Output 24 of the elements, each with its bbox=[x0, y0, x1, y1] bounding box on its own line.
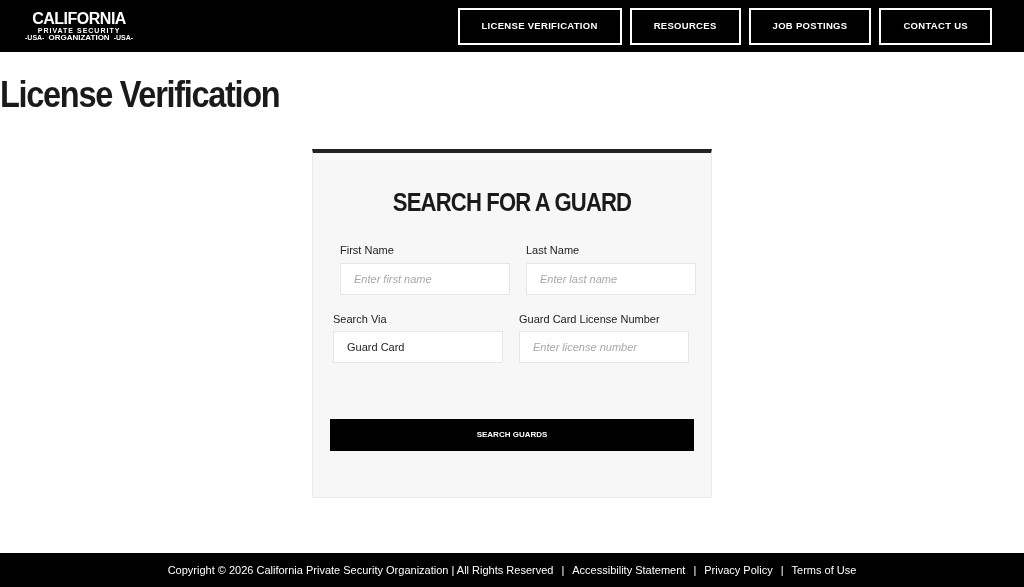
field-label: Last Name bbox=[526, 243, 581, 258]
separator: | bbox=[780, 562, 784, 578]
nav-button[interactable]: CONTACT US bbox=[879, 7, 992, 45]
select-field[interactable]: Guard Card bbox=[333, 331, 503, 363]
form-title: SEARCH FOR A GUARD bbox=[391, 186, 633, 219]
input-field[interactable]: Enter last name bbox=[526, 262, 696, 295]
footer-link[interactable]: Terms of Use bbox=[791, 561, 857, 579]
footer-link[interactable]: Accessibility Statement bbox=[572, 561, 686, 579]
logo-subtitle: ORGANIZATION bbox=[48, 33, 110, 42]
footer-link[interactable]: Privacy Policy bbox=[704, 561, 773, 579]
copyright-text: Copyright © 2026 California Private Security Organization | All Rights Reserved bbox=[167, 562, 554, 578]
separator: | bbox=[693, 562, 697, 578]
field-label: Search Via bbox=[333, 311, 388, 327]
input-field[interactable]: Enter first name bbox=[340, 262, 510, 295]
logo-text: CALIFORNIA bbox=[31, 10, 127, 27]
nav-button[interactable]: LICENSE VERIFICATION bbox=[457, 7, 622, 45]
field-label: Guard Card License Number bbox=[519, 311, 661, 327]
separator: | bbox=[561, 562, 565, 578]
nav-button[interactable]: RESOURCES bbox=[629, 7, 741, 45]
search-button[interactable]: SEARCH GUARDS bbox=[330, 419, 694, 451]
field-label: First Name bbox=[340, 243, 395, 258]
input-field[interactable]: Enter license number bbox=[519, 331, 689, 363]
nav-button[interactable]: JOB POSTINGS bbox=[748, 7, 872, 45]
page-title: License Verification bbox=[0, 76, 281, 113]
